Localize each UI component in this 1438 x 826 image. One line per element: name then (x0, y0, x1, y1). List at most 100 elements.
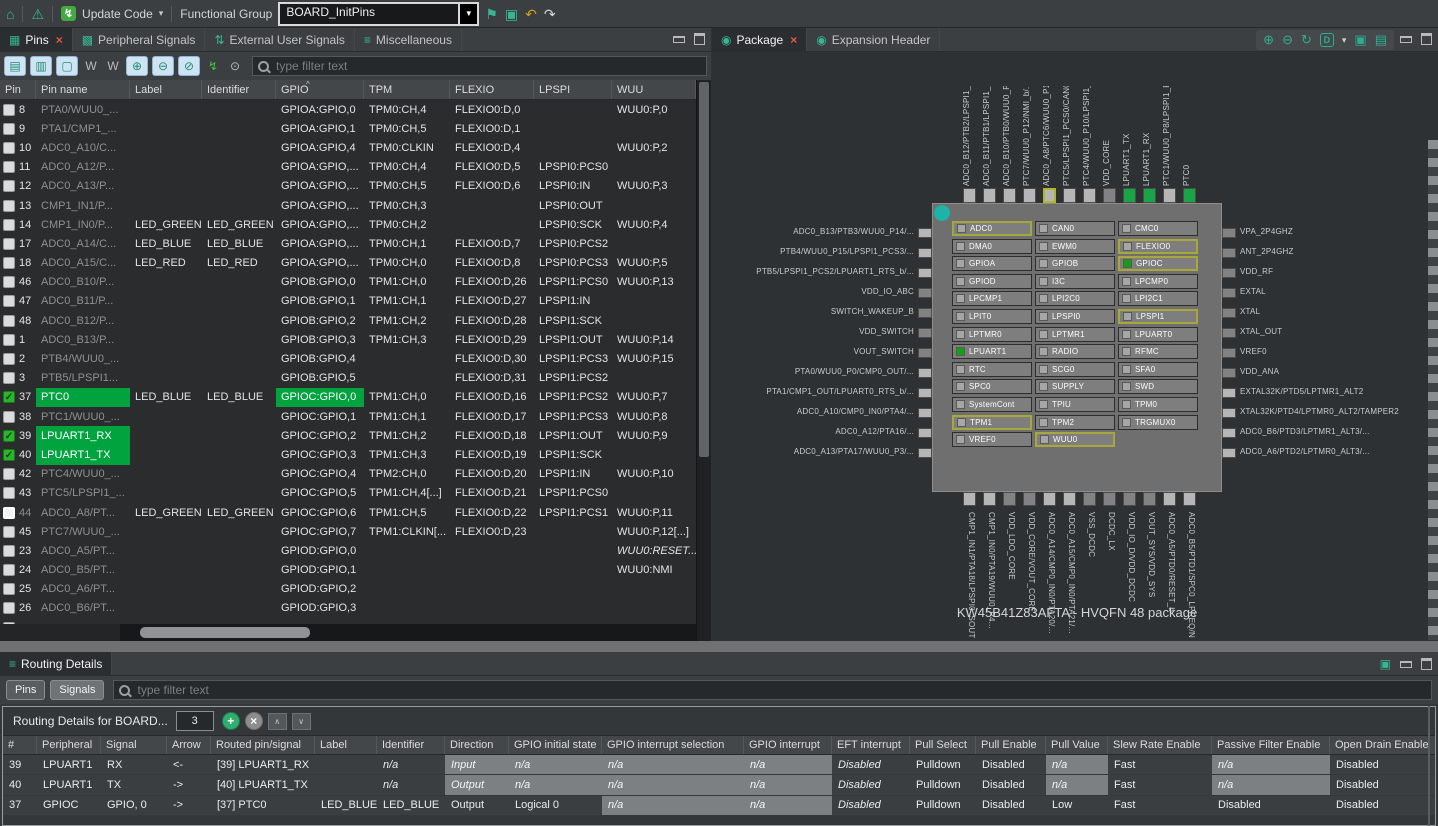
column-header-direction[interactable]: Direction (445, 736, 509, 754)
pin-checkbox[interactable] (3, 257, 15, 269)
column-header-pin[interactable]: Pin (0, 80, 36, 99)
functional-group-select[interactable]: BOARD_InitPins ▼ (278, 2, 479, 26)
minimize-icon[interactable] (1400, 36, 1412, 43)
column-header-pin-name[interactable]: Pin name (36, 80, 130, 99)
column-header-identifier[interactable]: Identifier (202, 80, 276, 99)
maximize-icon[interactable] (1421, 658, 1432, 670)
pin-pad-left[interactable] (918, 408, 932, 418)
pin-row[interactable]: 11ADC0_A12/P...GPIOA:GPIO,...TPM0:CH,4FL… (0, 158, 696, 177)
column-header-[interactable]: # (3, 736, 37, 754)
pin-checkbox[interactable] (3, 219, 15, 231)
pins-button[interactable]: Pins (6, 680, 45, 700)
column-header-label[interactable]: Label (315, 736, 377, 754)
route-clear-icon[interactable]: ⊘ (178, 56, 200, 76)
home-icon[interactable]: ⌂ (6, 7, 14, 21)
labels-mode-icon[interactable]: D (1320, 33, 1334, 47)
column-header-routed-pin-signal[interactable]: Routed pin/signal (211, 736, 315, 754)
pin-pad-right[interactable] (1222, 448, 1236, 458)
close-icon[interactable]: × (790, 33, 797, 47)
peripheral-block-lpit0[interactable]: LPIT0 (952, 309, 1032, 324)
panel-icon[interactable]: ▣ (1380, 657, 1391, 671)
pin-pad-top[interactable] (1103, 188, 1116, 203)
peripheral-block-lpuart1[interactable]: LPUART1 (952, 344, 1032, 359)
pin-row[interactable]: 18ADC0_A15/C...LED_REDLED_REDGPIOA:GPIO,… (0, 254, 696, 273)
column-header-eft-interrupt[interactable]: EFT interrupt (832, 736, 910, 754)
pin-pad-top[interactable] (1163, 188, 1176, 203)
pin-pad-bottom[interactable] (1183, 492, 1196, 506)
peripheral-block-tpm2[interactable]: TPM2 (1035, 415, 1115, 430)
problems-icon[interactable]: ⚠ (31, 7, 44, 21)
peripheral-block-wuu0[interactable]: WUU0 (1035, 432, 1115, 447)
column-header-signal[interactable]: Signal (101, 736, 167, 754)
pin-pad-right[interactable] (1222, 368, 1236, 378)
pin-checkbox[interactable] (3, 238, 15, 250)
column-header-tpm[interactable]: TPM (364, 80, 450, 99)
pin-pad-right[interactable] (1222, 308, 1236, 318)
update-code-button[interactable]: Update Code (82, 7, 153, 21)
signals-button[interactable]: Signals (50, 680, 104, 700)
zoom-in-icon[interactable]: ⊕ (1263, 32, 1274, 48)
pin-row[interactable]: 24ADC0_B5/PT...GPIOD:GPIO,1WUU0:NMI (0, 561, 696, 580)
pin-checkbox[interactable] (3, 315, 15, 327)
peripheral-block-can0[interactable]: CAN0 (1035, 221, 1115, 236)
pin-pad-top[interactable] (1083, 188, 1096, 203)
peripheral-block-swd[interactable]: SWD (1118, 379, 1198, 394)
column-header-flexio[interactable]: FLEXIO (450, 80, 534, 99)
column-header-pull-value[interactable]: Pull Value (1046, 736, 1108, 754)
resistor-large-icon[interactable]: W (104, 57, 122, 75)
routing-filter-input[interactable] (135, 682, 1426, 698)
pin-row[interactable]: 26ADC0_B6/PT...GPIOD:GPIO,3 (0, 599, 696, 618)
pin-row[interactable]: 8PTA0/WUU0_...GPIOA:GPIO,0TPM0:CH,4FLEXI… (0, 100, 696, 119)
route-pin-icon[interactable]: ⊕ (126, 56, 148, 76)
package-canvas[interactable]: KW45B41Z83AFTA - HVQFN 48 package ADC0_B… (712, 52, 1438, 641)
pins-horizontal-scrollbar[interactable] (120, 624, 696, 641)
move-down-icon[interactable]: ∨ (292, 713, 311, 730)
peripheral-block-dma0[interactable]: DMA0 (952, 239, 1032, 254)
pin-checkbox[interactable] (3, 411, 15, 423)
tab-miscellaneous[interactable]: ≡Miscellaneous (355, 28, 462, 51)
maximize-icon[interactable] (694, 33, 705, 45)
chip-icon[interactable]: ▣ (1354, 32, 1366, 48)
pin-checkbox[interactable] (3, 276, 15, 288)
peripheral-block-supply[interactable]: SUPPLY (1035, 379, 1115, 394)
column-header-lpspi[interactable]: LPSPI (534, 80, 612, 99)
pin-checkbox[interactable] (3, 526, 15, 538)
pin-checkbox[interactable] (3, 295, 15, 307)
routing-vertical-scrollbar[interactable] (1428, 706, 1430, 826)
zoom-out-icon[interactable]: ⊖ (1282, 32, 1293, 48)
pin-row[interactable]: 44ADC0_A8/PT...LED_GREENLED_GREENGPIOC:G… (0, 503, 696, 522)
pin-checkbox[interactable] (3, 334, 15, 346)
pin-pad-bottom[interactable] (1163, 492, 1176, 506)
log-icon[interactable]: ▣ (505, 7, 518, 21)
pin-pad-bottom[interactable] (963, 492, 976, 506)
pin-row[interactable]: 17ADC0_A14/C...LED_BLUELED_BLUEGPIOA:GPI… (0, 234, 696, 253)
peripheral-block-rtc[interactable]: RTC (952, 362, 1032, 377)
pin-checkbox[interactable] (3, 583, 15, 595)
pin-pad-top[interactable] (1123, 188, 1136, 203)
peripheral-block-tpm0[interactable]: TPM0 (1118, 397, 1198, 412)
peripheral-block-spc0[interactable]: SPC0 (952, 379, 1032, 394)
pin-pad-top[interactable] (963, 188, 976, 203)
minimize-icon[interactable] (1400, 661, 1412, 668)
pin-pad-left[interactable] (918, 228, 932, 238)
pin-pad-left[interactable] (918, 448, 932, 458)
peripheral-block-lptmr0[interactable]: LPTMR0 (952, 327, 1032, 342)
pin-pad-left[interactable] (918, 328, 932, 338)
column-header-gpio-initial-state[interactable]: GPIO initial state (509, 736, 602, 754)
column-header-open-drain-enable[interactable]: Open Drain Enable (1330, 736, 1436, 754)
rotate-icon[interactable]: ↻ (1301, 32, 1312, 48)
pin-pad-bottom[interactable] (1083, 492, 1096, 506)
pin-row[interactable]: 48ADC0_B12/P...GPIOB:GPIO,2TPM1:CH,2FLEX… (0, 311, 696, 330)
pin-pad-left[interactable] (918, 348, 932, 358)
pin-row[interactable]: 14CMP1_IN0/P...LED_GREENLED_GREENGPIOA:G… (0, 215, 696, 234)
route-peripheral-icon[interactable]: ⊖ (152, 56, 174, 76)
pin-pad-top[interactable] (1183, 188, 1196, 203)
column-header-arrow[interactable]: Arrow (167, 736, 211, 754)
pin-row[interactable]: 3PTB5/LPSPI1...GPIOB:GPIO,5FLEXIO0:D,31L… (0, 369, 696, 388)
pin-row[interactable]: 10ADC0_A10/C...GPIOA:GPIO,4TPM0:CLKINFLE… (0, 138, 696, 157)
pin-pad-right[interactable] (1222, 408, 1236, 418)
pin-checkbox[interactable]: ✓ (3, 430, 15, 442)
column-header-gpio-interrupt[interactable]: GPIO interrupt (744, 736, 832, 754)
peripheral-block-tpiu[interactable]: TPIU (1035, 397, 1115, 412)
pin-pad-top[interactable] (1143, 188, 1156, 203)
